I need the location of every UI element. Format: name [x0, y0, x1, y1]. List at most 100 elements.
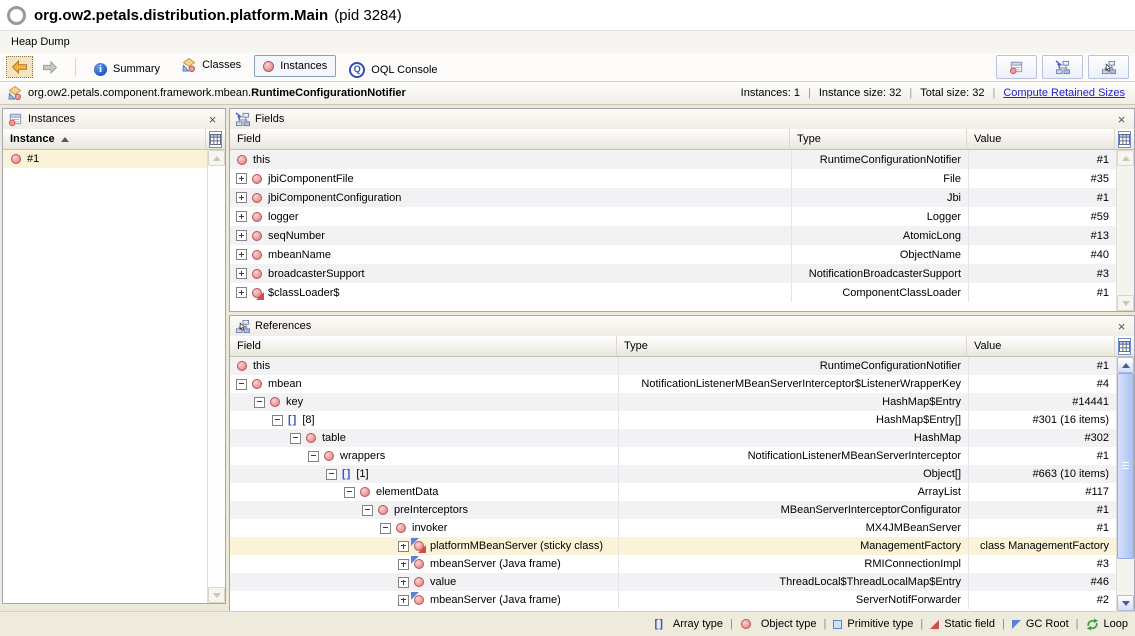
- tree-expander-plus-icon[interactable]: [236, 211, 247, 222]
- stat-separator: |: [992, 87, 995, 99]
- scrollbar-up-button[interactable]: [1117, 357, 1134, 373]
- column-selector-button[interactable]: [1118, 131, 1131, 148]
- fields-scrollbar[interactable]: [1116, 150, 1134, 311]
- table-row[interactable]: keyHashMap$Entry#14441: [230, 393, 1116, 411]
- scrollbar-down-button[interactable]: [208, 587, 225, 603]
- tree-expander-plus-icon[interactable]: [398, 559, 409, 570]
- object-icon: [252, 250, 262, 260]
- toggle-fields-view-button[interactable]: [1042, 55, 1083, 79]
- summary-button[interactable]: iSummary: [85, 58, 169, 80]
- column-header-instance[interactable]: Instance: [3, 129, 206, 149]
- table-row[interactable]: mbeanServer (Java frame)RMIConnectionImp…: [230, 555, 1116, 573]
- tab-heap-dump[interactable]: Heap Dump: [11, 36, 70, 48]
- table-row[interactable]: preInterceptorsMBeanServerInterceptorCon…: [230, 501, 1116, 519]
- scrollbar-thumb[interactable]: [1117, 373, 1134, 559]
- column-selector-button[interactable]: [209, 131, 222, 148]
- tree-expander-plus-icon[interactable]: [236, 192, 247, 203]
- instances-scrollbar[interactable]: [207, 150, 225, 603]
- instances-view-icon: [8, 112, 23, 127]
- object-icon: [237, 155, 247, 165]
- toggle-instances-view-button[interactable]: [996, 55, 1037, 79]
- tree-expander-plus-icon[interactable]: [236, 173, 247, 184]
- tree-expander-plus-icon[interactable]: [398, 541, 409, 552]
- scrollbar-track[interactable]: [1117, 166, 1134, 295]
- table-row[interactable]: [][1]Object[]#663 (10 items): [230, 465, 1116, 483]
- table-row[interactable]: jbiComponentFileFile#35: [230, 169, 1116, 188]
- column-header-type[interactable]: Type: [617, 336, 967, 356]
- field-name: mbeanName: [268, 249, 331, 261]
- table-row[interactable]: [][8]HashMap$Entry[]#301 (16 items): [230, 411, 1116, 429]
- column-header-value[interactable]: Value: [967, 336, 1115, 356]
- column-header-field[interactable]: Field: [230, 129, 790, 149]
- forward-button[interactable]: [36, 56, 63, 78]
- toggle-references-view-button[interactable]: [1088, 55, 1129, 79]
- column-header-field[interactable]: Field: [230, 336, 617, 356]
- table-row[interactable]: broadcasterSupportNotificationBroadcaste…: [230, 264, 1116, 283]
- table-row[interactable]: wrappersNotificationListenerMBeanServerI…: [230, 447, 1116, 465]
- compute-retained-sizes-link[interactable]: Compute Retained Sizes: [1003, 87, 1125, 99]
- legend-item: GC Root: [1012, 618, 1069, 630]
- table-row[interactable]: elementDataArrayList#117: [230, 483, 1116, 501]
- window-title: org.ow2.petals.distribution.platform.Mai…: [34, 7, 328, 24]
- scrollbar-down-button[interactable]: [1117, 295, 1134, 311]
- object-icon: [270, 397, 280, 407]
- table-row[interactable]: mbeanServer (Java frame)ServerNotifForwa…: [230, 591, 1116, 609]
- legend-separator: |: [920, 618, 923, 630]
- close-icon[interactable]: [1114, 320, 1129, 333]
- status-bar: []Array type|Object type|Primitive type|…: [0, 611, 1135, 636]
- tree-expander-minus-icon[interactable]: [254, 397, 265, 408]
- close-icon[interactable]: [1114, 113, 1129, 126]
- tree-expander-plus-icon[interactable]: [398, 595, 409, 606]
- scrollbar-up-button[interactable]: [208, 150, 225, 166]
- tree-expander-minus-icon[interactable]: [236, 379, 247, 390]
- value-cell: #302: [968, 429, 1116, 447]
- back-button[interactable]: [6, 56, 33, 78]
- tree-expander-plus-icon[interactable]: [236, 230, 247, 241]
- fields-panel: Fields Field Type Value thisRuntimeConfi…: [229, 108, 1135, 312]
- legend-label: Array type: [673, 618, 723, 630]
- scrollbar-track[interactable]: [208, 166, 225, 587]
- tree-expander-minus-icon[interactable]: [326, 469, 337, 480]
- table-row[interactable]: platformMBeanServer (sticky class)Manage…: [230, 537, 1116, 555]
- scrollbar-up-button[interactable]: [1117, 150, 1134, 166]
- table-row[interactable]: mbeanNotificationListenerMBeanServerInte…: [230, 375, 1116, 393]
- table-row[interactable]: $classLoader$ComponentClassLoader#1: [230, 283, 1116, 302]
- table-row[interactable]: invokerMX4JMBeanServer#1: [230, 519, 1116, 537]
- column-header-type[interactable]: Type: [790, 129, 967, 149]
- stat-separator: |: [909, 87, 912, 99]
- table-row[interactable]: thisRuntimeConfigurationNotifier#1: [230, 357, 1116, 375]
- column-selector-button[interactable]: [1118, 338, 1131, 355]
- tree-expander-minus-icon[interactable]: [290, 433, 301, 444]
- loop-icon: [1086, 618, 1099, 631]
- tree-expander-plus-icon[interactable]: [236, 268, 247, 279]
- table-row[interactable]: thisRuntimeConfigurationNotifier#1: [230, 150, 1116, 169]
- value-cell: #1: [968, 447, 1116, 465]
- references-panel: References Field Type Value thisRuntimeC…: [229, 315, 1135, 612]
- tree-expander-minus-icon[interactable]: [308, 451, 319, 462]
- tree-expander-minus-icon[interactable]: [344, 487, 355, 498]
- tree-expander-plus-icon[interactable]: [236, 287, 247, 298]
- tree-expander-minus-icon[interactable]: [272, 415, 283, 426]
- tree-expander-minus-icon[interactable]: [380, 523, 391, 534]
- close-icon[interactable]: [205, 113, 220, 126]
- table-row[interactable]: seqNumberAtomicLong#13: [230, 226, 1116, 245]
- tree-expander-plus-icon[interactable]: [236, 249, 247, 260]
- references-scrollbar[interactable]: [1116, 357, 1134, 611]
- instances-button[interactable]: Instances: [254, 55, 336, 77]
- tree-expander-plus-icon[interactable]: [398, 577, 409, 588]
- column-header-value[interactable]: Value: [967, 129, 1115, 149]
- table-row[interactable]: jbiComponentConfigurationJbi#1: [230, 188, 1116, 207]
- table-row[interactable]: mbeanNameObjectName#40: [230, 245, 1116, 264]
- legend-label: GC Root: [1026, 618, 1069, 630]
- instance-row[interactable]: #1: [3, 150, 207, 168]
- oql-console-button[interactable]: QOQL Console: [340, 59, 446, 81]
- classes-button[interactable]: Classes: [173, 54, 250, 76]
- scrollbar-track[interactable]: [1117, 373, 1134, 595]
- tree-expander-minus-icon[interactable]: [362, 505, 373, 516]
- table-row[interactable]: tableHashMap#302: [230, 429, 1116, 447]
- tab-bar: Heap Dump: [0, 30, 1135, 54]
- stat-value: Instance size: 32: [819, 87, 902, 99]
- scrollbar-down-button[interactable]: [1117, 595, 1134, 611]
- table-row[interactable]: loggerLogger#59: [230, 207, 1116, 226]
- table-row[interactable]: valueThreadLocal$ThreadLocalMap$Entry#46: [230, 573, 1116, 591]
